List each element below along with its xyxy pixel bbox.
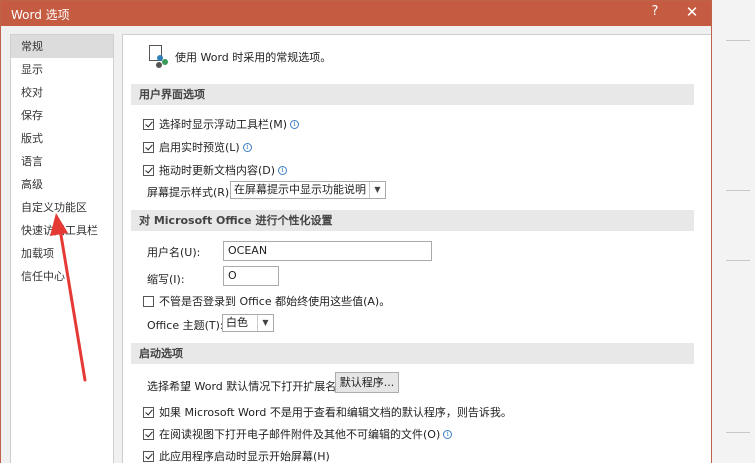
annotation-arrow — [50, 213, 87, 382]
